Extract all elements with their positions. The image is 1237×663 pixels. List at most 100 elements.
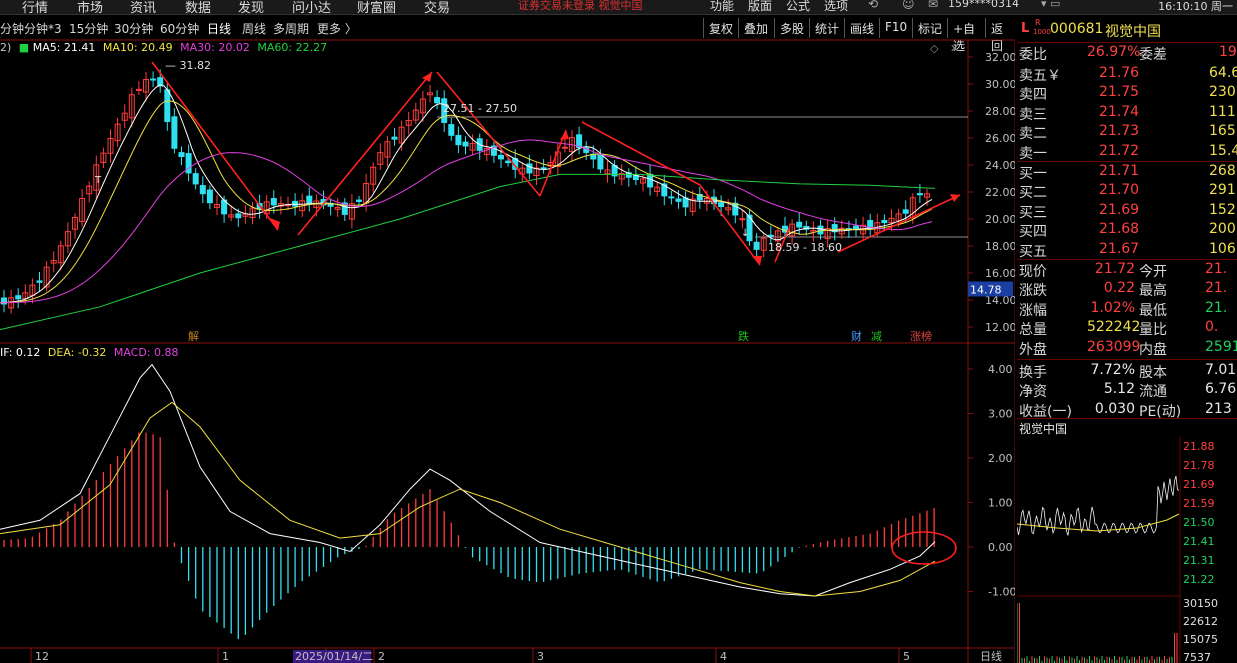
candle-body (356, 199, 362, 202)
candle-body (817, 225, 824, 235)
band-lower-label: 18.59 - 18.60 (768, 241, 842, 254)
arrow-head-icon (950, 194, 960, 202)
ma10-value: MA10: 20.49 (102, 41, 173, 54)
book-label: 卖二 (1019, 126, 1047, 143)
date-tick-label: 4 (720, 650, 727, 663)
candle-body (306, 195, 313, 205)
stats-row: 现价 21.72 今开 21. (1019, 261, 1227, 280)
mini-price-label: 21.50 (1183, 516, 1215, 529)
band-upper-label: 27.51 - 27.50 (443, 102, 517, 115)
sell-level-row[interactable]: 卖一 21.72 15.4 (1019, 143, 1237, 162)
ma60-value: MA60: 22.27 (257, 41, 328, 54)
book-volume: 268.1 (1209, 163, 1237, 179)
stats-row: 总量 522242 量比 0. (1019, 319, 1218, 338)
book-volume: 165.8 (1209, 123, 1237, 140)
stats-row: 净资 5.12 流通 6.76 (1019, 381, 1236, 400)
book-volume: 200.1 (1209, 221, 1237, 238)
stat-value: 213 (1205, 400, 1232, 417)
book-volume: 15.4 (1209, 142, 1237, 159)
mini-chart-title: 视觉中国 (1019, 422, 1068, 436)
date-tick-label: 2 (378, 650, 385, 663)
book-price: 21.67 (1099, 240, 1140, 257)
candle-body (434, 97, 441, 104)
book-price: 21.68 (1099, 221, 1140, 238)
macd-tick-label: 2.00 (988, 452, 1013, 465)
mini-chart-header: 视觉中国 (1017, 418, 1237, 436)
arrow-head-icon (422, 72, 432, 82)
book-divider (1017, 259, 1237, 260)
book-price: 21.74 (1099, 103, 1140, 120)
mini-vol-label: 30150 (1183, 597, 1218, 610)
stats-row: 收益(一) 0.030 PE(动) 213 (1019, 401, 1232, 420)
sell-level-row[interactable]: 卖五￥ 21.76 64.6 (1019, 65, 1237, 84)
stat-value: 2591 (1205, 338, 1237, 355)
arrow-head-icon (270, 218, 280, 230)
sell-level-row[interactable]: 卖三 21.74 111.1 (1019, 104, 1237, 123)
buy-level-row[interactable]: 买五 21.67 106.8 (1019, 241, 1237, 260)
buy-level-row[interactable]: 买二 21.70 291.9 (1019, 182, 1237, 202)
window-controls-icon[interactable]: ▾ ▭ (1041, 0, 1060, 10)
stat-value: 7.01 (1205, 362, 1237, 378)
mini-price-label: 21.41 (1183, 535, 1215, 548)
diamond-icon[interactable]: ◇ (930, 42, 939, 55)
stock-code[interactable]: 000681 (1050, 21, 1103, 37)
candle-body (739, 218, 746, 221)
quote-panel: L R 1000 000681 视觉中国 委比 26.97% 委差 19 卖五￥… (1017, 18, 1237, 663)
dif-line (0, 363, 936, 597)
mini-price-label: 21.69 (1183, 478, 1215, 491)
dif-value: IF: 0.12 (0, 346, 41, 359)
intraday-mini-chart[interactable]: 21.88 21.78 21.69 21.59 21.50 21.41 21.31 21.22… (1017, 436, 1237, 663)
book-label: 买四 (1019, 224, 1047, 241)
book-label: 买三 (1019, 204, 1047, 221)
ma-legend-icon: ■ (18, 41, 30, 54)
stat-value: 21. (1205, 299, 1228, 316)
price-tick-label: 12.00 (985, 321, 1015, 334)
sell-level-row[interactable]: 卖四 21.75 230.6 (1019, 84, 1237, 103)
buy-level-row[interactable]: 买四 21.68 200.1 (1019, 221, 1237, 241)
candle-body (455, 135, 462, 146)
book-label: 卖五￥ (1019, 68, 1061, 84)
current-price-tag: 14.78 (970, 283, 1002, 296)
event-badge[interactable]: 跌 (738, 329, 749, 343)
stats-row: 涨跌 0.22 最高 21. (1019, 280, 1227, 299)
event-badge[interactable]: 解 (188, 329, 199, 343)
high-price-label: — 31.82 (165, 59, 211, 72)
close-icon[interactable]: ✕ (950, 42, 959, 55)
marker-t: T (94, 175, 102, 186)
candle-body (668, 196, 675, 199)
quote-header: L R 1000 000681 视觉中国 (1017, 18, 1237, 43)
stock-name[interactable]: 视觉中国 (1105, 21, 1161, 41)
date-tick-label: 2025/01/14/二 (295, 650, 373, 663)
price-tick-label: 24.00 (985, 159, 1015, 172)
candle-body (540, 167, 547, 170)
book-volume: 291.9 (1209, 182, 1237, 199)
weicha-value: 19 (1219, 44, 1237, 60)
date-tick-label: 3 (537, 650, 544, 663)
candle-body (561, 146, 568, 149)
clock: 16:10:10 周一 (1158, 0, 1233, 13)
book-volume: 64.6 (1209, 65, 1237, 81)
macd-value: MACD: 0.88 (113, 346, 179, 359)
candle-body (647, 173, 654, 188)
stat-value: 522242 (1087, 319, 1141, 336)
candle-body (192, 173, 199, 185)
kline-chart[interactable]: ◇ ✕32.0030.0028.0026.0024.0022.0020.0018.… (0, 0, 1015, 663)
marker-down: ↓ (741, 228, 749, 239)
book-label: 买二 (1019, 185, 1047, 202)
date-tick-label: 12 (35, 650, 49, 663)
buy-level-row[interactable]: 买一 21.71 268.1 (1019, 163, 1237, 182)
book-label: 买一 (1019, 166, 1047, 182)
stat-value: 0.22 (1103, 280, 1135, 297)
event-badge[interactable]: 涨榜 (910, 329, 932, 343)
candle-body (498, 154, 504, 160)
stat-value: 0. (1205, 319, 1219, 336)
weibi-value: 26.97% (1087, 44, 1141, 60)
book-volume: 152.3 (1209, 201, 1237, 218)
candle-body (36, 280, 43, 283)
buy-level-row[interactable]: 买三 21.69 152.3 (1019, 202, 1237, 221)
event-badge[interactable]: 财 (851, 329, 862, 343)
weicha-label: 委差 (1139, 47, 1167, 63)
event-badge[interactable]: 减 (871, 330, 882, 343)
stat-label: 股本 (1139, 365, 1167, 381)
sell-level-row[interactable]: 卖二 21.73 165.8 (1019, 123, 1237, 143)
